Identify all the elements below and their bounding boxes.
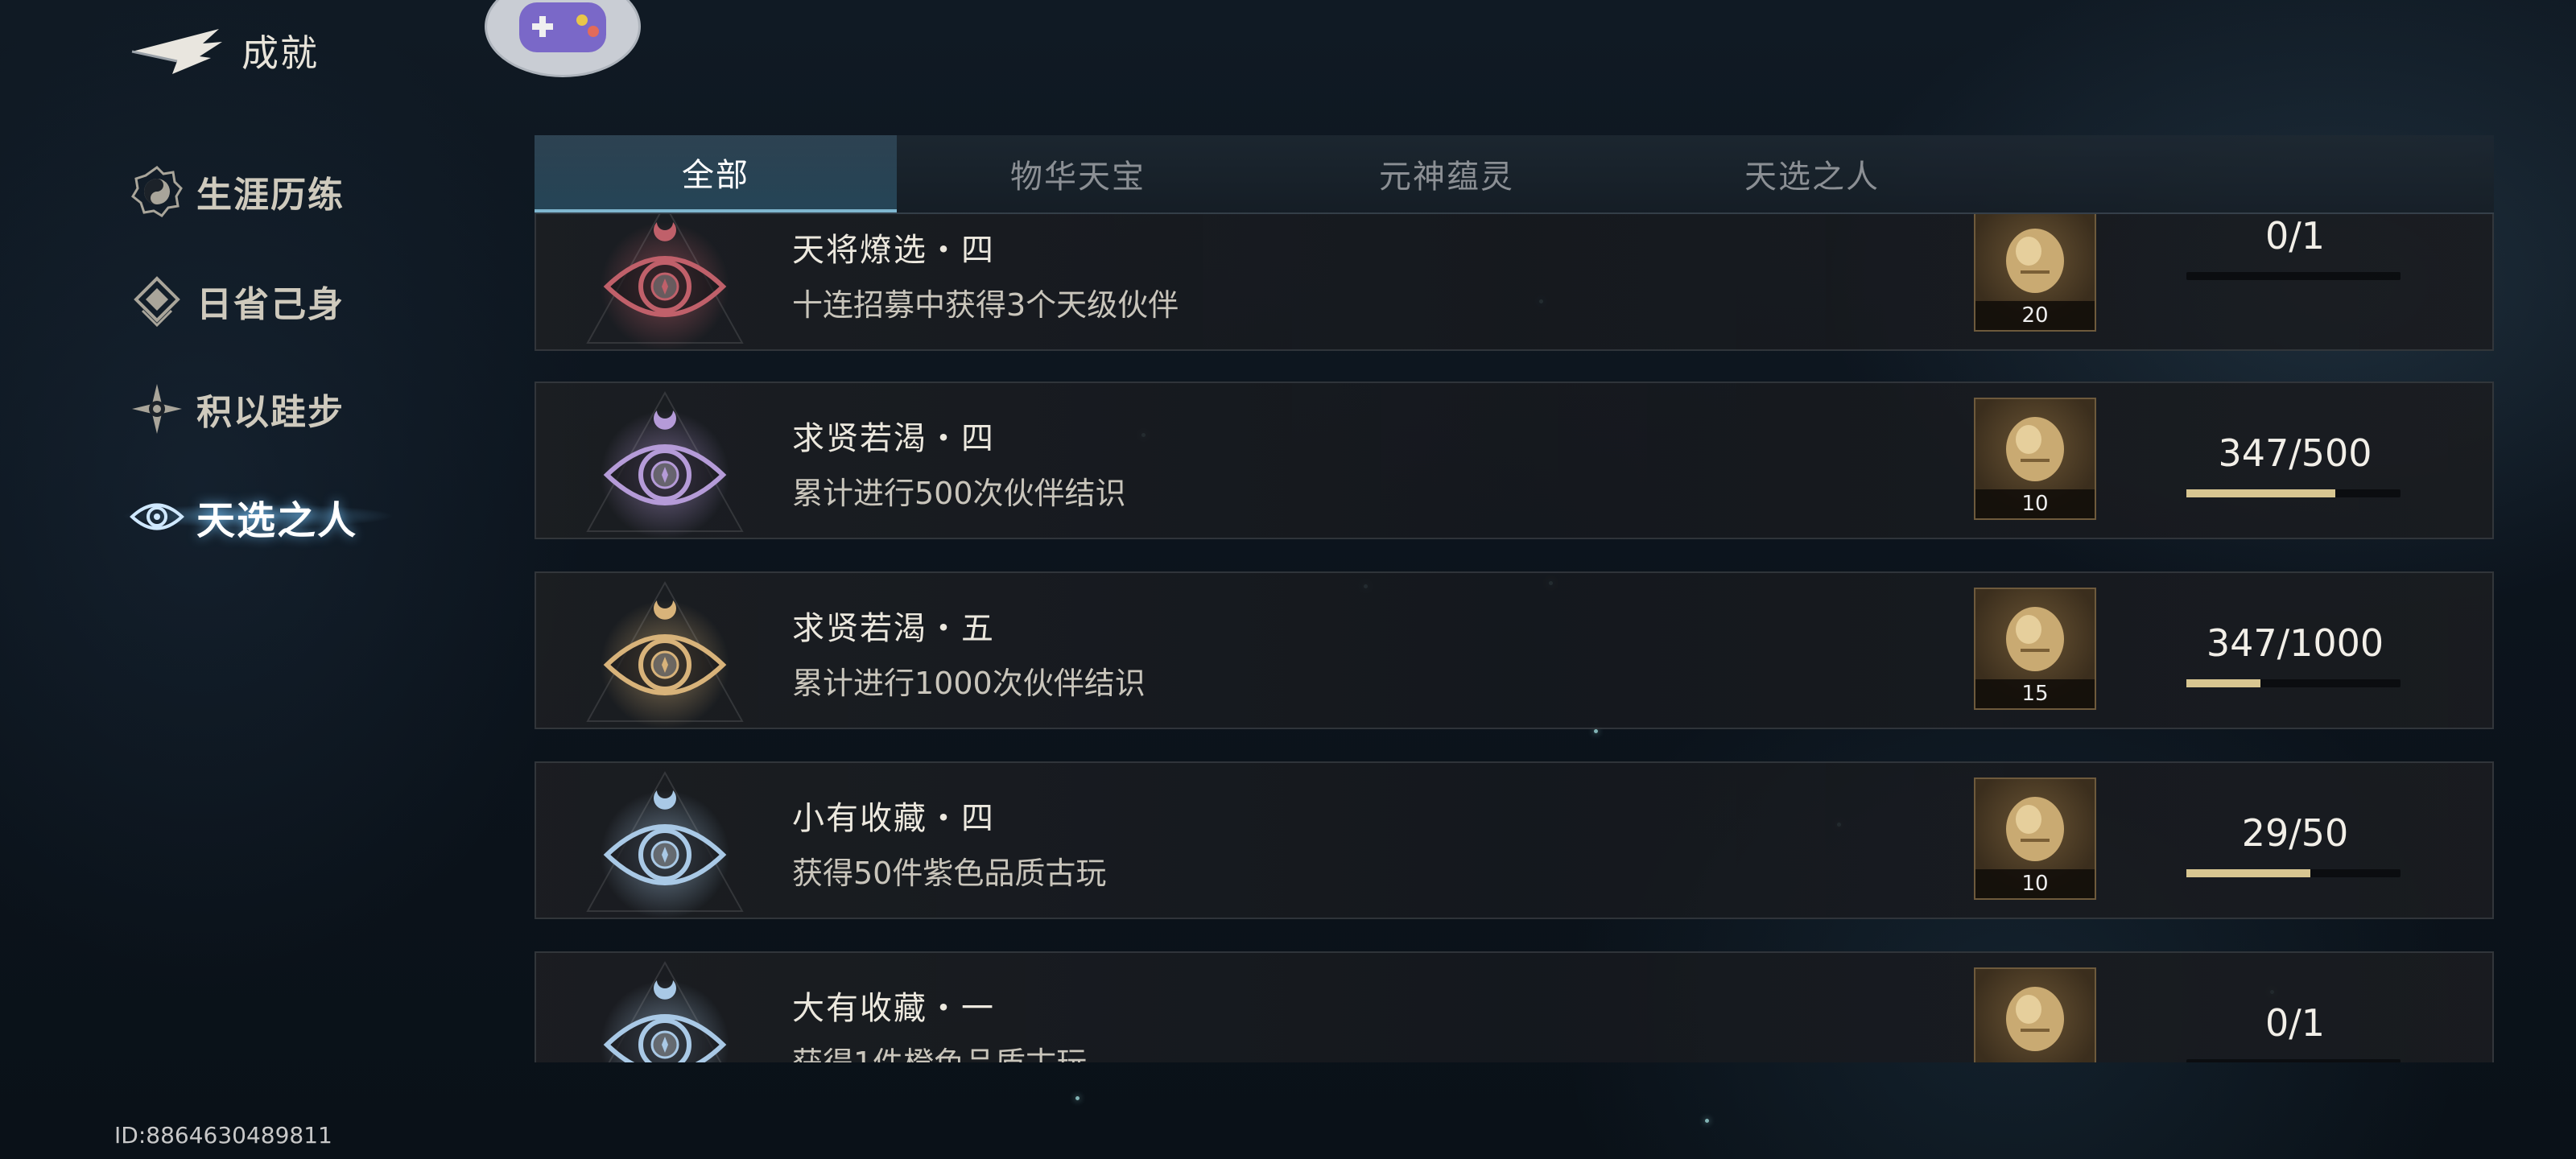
compass-star-icon [129,381,185,437]
reward-item[interactable]: 15 [1974,588,2096,710]
back-button[interactable] [129,24,225,80]
achievement-desc: 获得50件紫色品质古玩 [792,856,1107,891]
sidebar-item-label: 积以跬步 [196,392,345,433]
achievement-desc: 累计进行1000次伙伴结识 [792,666,1146,701]
progress: 0/1 [2186,214,2404,280]
sidebar-item-label: 生涯历练 [196,175,345,216]
achievement-title: 大有收藏・一 [792,990,995,1027]
progress-text: 29/50 [2241,811,2349,855]
reward-item[interactable]: 10 [1974,398,2096,520]
reward-item[interactable]: 10 [1974,777,2096,900]
sidebar-item-label: 日省己身 [196,284,345,325]
reward-item[interactable] [1974,967,2096,1062]
sidebar-item-label: 天选之人 [196,498,358,543]
user-id: ID:8864630489811 [114,1122,332,1149]
progress-text: 347/500 [2218,431,2372,475]
progress-fill [2186,869,2311,877]
progress-bar [2186,869,2401,877]
sidebar-item-chosen[interactable]: 天选之人 [129,485,357,549]
gamepad-icon [519,2,606,52]
yin-yang-icon [129,163,185,220]
reward-count: 10 [1975,869,2095,898]
eye-emblem-icon [586,770,744,918]
feather-arrow-icon [131,29,222,74]
achievement-title: 天将燎选・四 [792,232,995,269]
achievement-desc: 十连招募中获得3个天级伙伴 [792,287,1179,323]
achievement-title: 求贤若渴・五 [792,610,995,647]
progress-text: 0/1 [2264,214,2326,258]
progress-bar [2186,679,2401,687]
background-star [1075,1096,1080,1100]
gold-ingot-icon [2006,987,2064,1051]
tab-chosen[interactable]: 天选之人 [1631,135,1993,212]
progress: 347/500 [2186,431,2404,497]
reward-count: 15 [1975,679,2095,708]
gold-ingot-icon [2006,229,2064,293]
achievement-card[interactable]: 求贤若渴・四累计进行500次伙伴结识 10 347/500 [535,382,2494,539]
tab-all[interactable]: 全部 [535,135,897,212]
eye-icon [129,489,185,545]
eye-emblem-icon [586,580,744,728]
sidebar-item-steps[interactable]: 积以跬步 [129,377,345,441]
achievement-title: 求贤若渴・四 [792,420,995,457]
page-title: 成就 [242,31,319,75]
progress-fill [2186,679,2261,687]
tab-spirits[interactable]: 元神蕴灵 [1265,135,1628,212]
reward-item[interactable]: 20 [1974,214,2096,332]
sidebar-item-career[interactable]: 生涯历练 [129,159,345,224]
avatar[interactable] [485,0,641,77]
achievement-card[interactable]: 小有收藏・四获得50件紫色品质古玩 10 29/50 [535,761,2494,919]
achievement-card[interactable]: 天将燎选・四十连招募中获得3个天级伙伴 20 0/1 [535,214,2494,351]
reward-count: 10 [1975,489,2095,518]
eye-emblem-icon [586,214,744,349]
diamond-icon [129,273,185,329]
progress-text: 347/1000 [2206,621,2384,665]
gold-ingot-icon [2006,417,2064,481]
progress-bar [2186,489,2401,497]
achievement-title: 小有收藏・四 [792,800,995,837]
eye-emblem-icon [586,390,744,538]
progress-bar [2186,272,2401,280]
gold-ingot-icon [2006,797,2064,861]
gold-ingot-icon [2006,607,2064,671]
progress-fill [2186,489,2335,497]
tab-treasures[interactable]: 物华天宝 [897,135,1259,212]
progress-bar [2186,1059,2401,1062]
achievement-list[interactable]: 天将燎选・四十连招募中获得3个天级伙伴 20 0/1 求贤若渴・四累计进行500次伙… [535,214,2494,1062]
background-star [1705,1119,1709,1123]
achievement-desc: 累计进行500次伙伴结识 [792,476,1126,511]
progress: 29/50 [2186,811,2404,877]
reward-count: 20 [1975,301,2095,330]
sidebar-item-daily[interactable]: 日省己身 [129,269,345,333]
progress: 347/1000 [2186,621,2404,687]
eye-emblem-icon [601,960,729,1062]
achievement-card[interactable]: 大有收藏・一获得1件橙色品质古玩 0/1 [535,951,2494,1062]
progress: 0/1 [2186,1001,2404,1062]
progress-text: 0/1 [2264,1001,2326,1045]
achievement-desc: 获得1件橙色品质古玩 [792,1038,1087,1062]
category-tabs: 全部 物华天宝 元神蕴灵 天选之人 [535,135,2494,214]
achievement-card[interactable]: 求贤若渴・五累计进行1000次伙伴结识 15 347/1000 [535,571,2494,729]
